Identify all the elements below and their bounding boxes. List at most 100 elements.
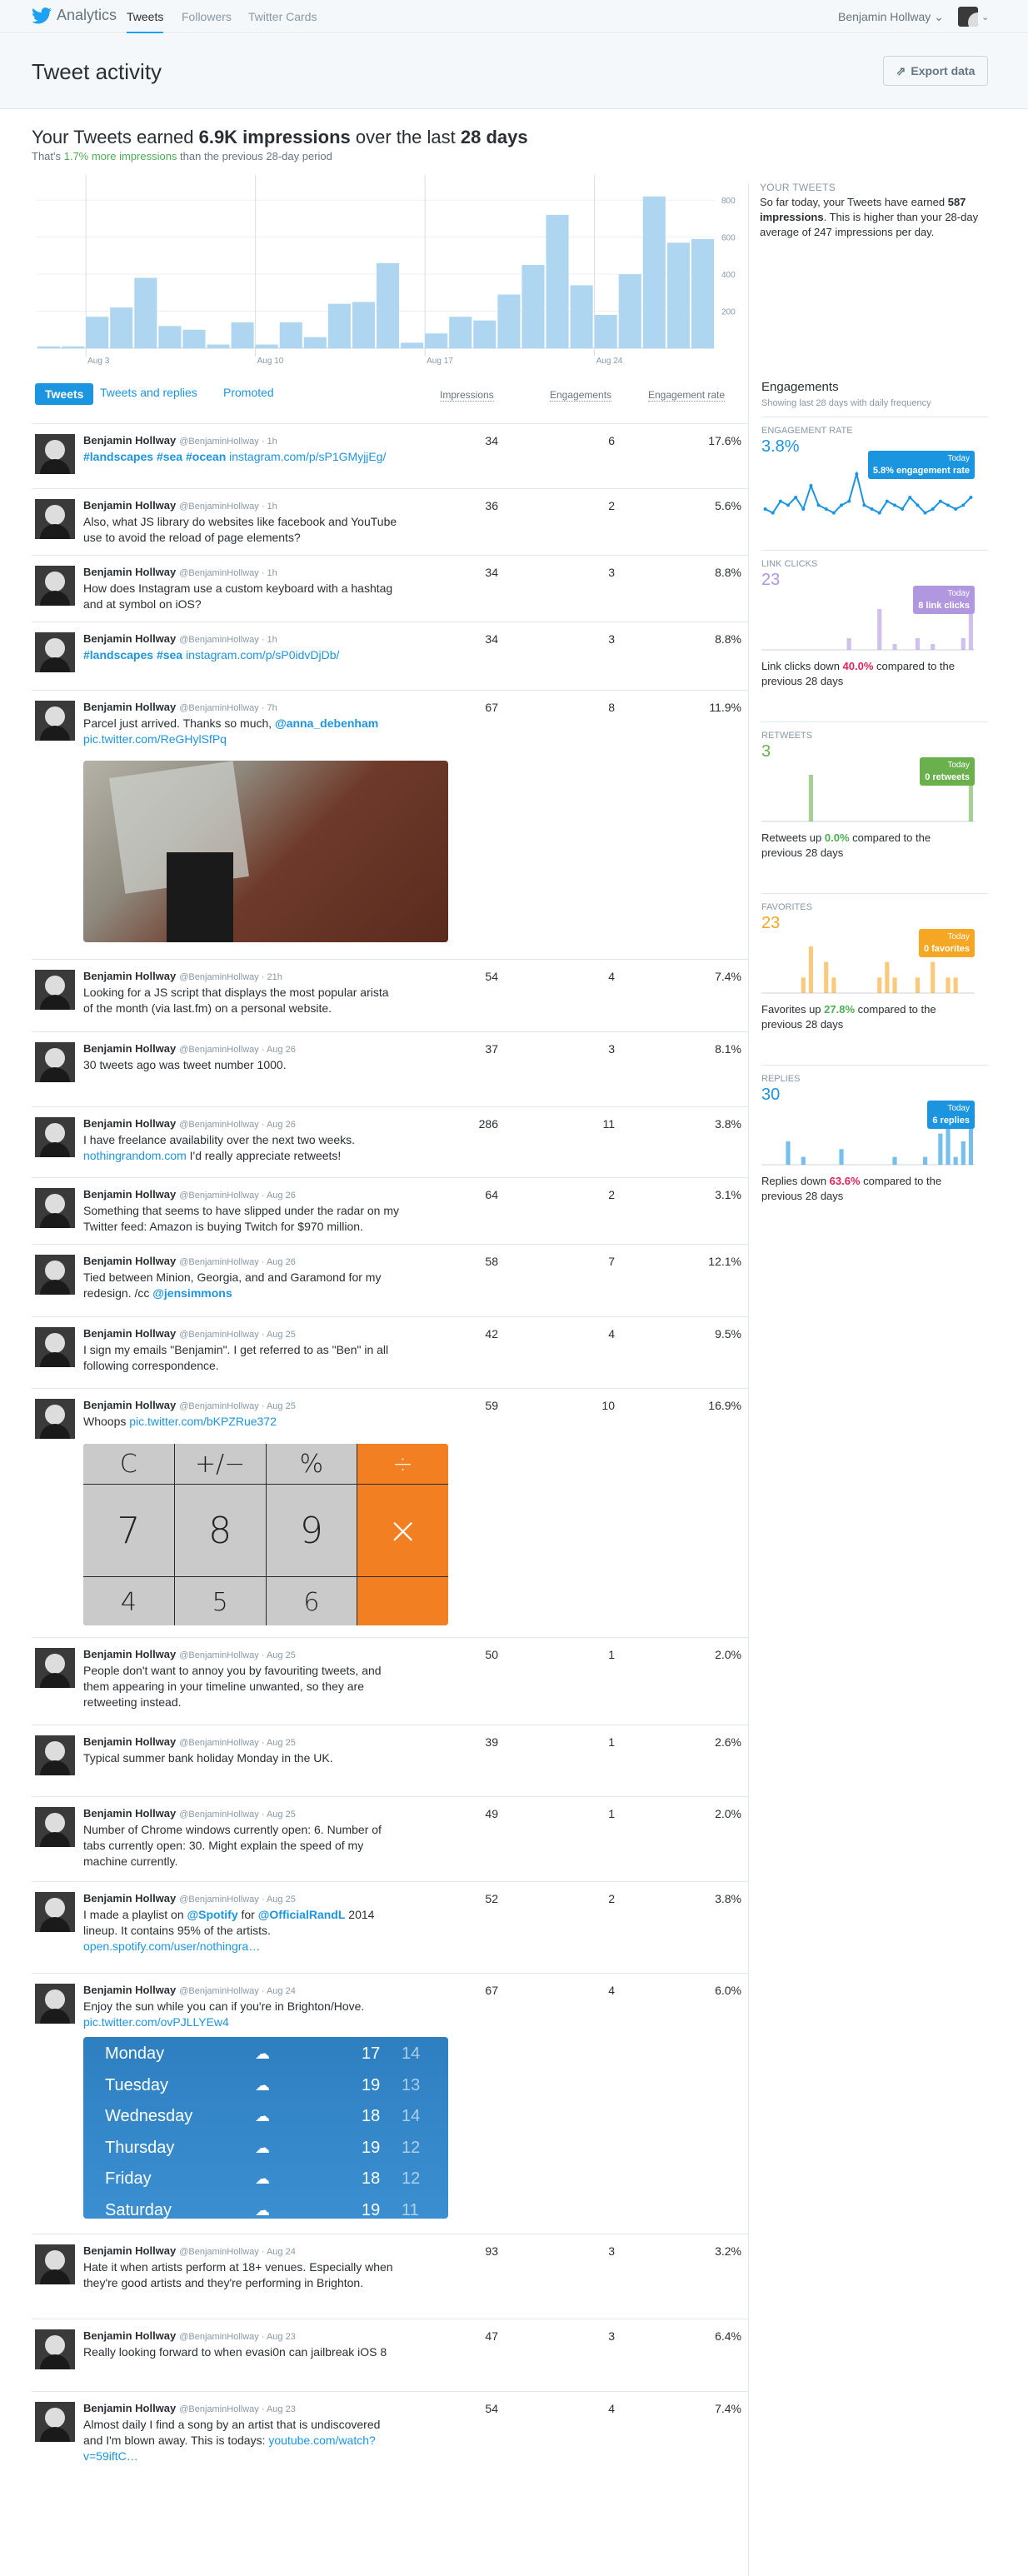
table-row[interactable]: Benjamin Hollway @BenjaminHollway · 21h Lo… [32,959,748,1031]
avatar[interactable] [35,1735,75,1775]
impressions-value[interactable]: 47 [448,2329,498,2343]
tweet-author[interactable]: Benjamin Hollway @BenjaminHollway · 1h [83,632,277,645]
engagements-value[interactable]: 11 [565,1117,615,1131]
engagements-value[interactable]: 10 [565,1399,615,1412]
chart-bar[interactable] [86,317,109,348]
avatar[interactable] [35,1255,75,1295]
user-menu[interactable]: Benjamin Hollway ⌄ [838,0,944,33]
engagement-rate-value[interactable]: 3.1% [665,1188,741,1201]
avatar[interactable] [35,1807,75,1847]
table-row[interactable]: Benjamin Hollway @BenjaminHollway · Aug 2… [32,1106,748,1177]
column-engagements[interactable]: Engagements [550,389,612,402]
chart-bar[interactable] [207,344,230,348]
tweet-author[interactable]: Benjamin Hollway @BenjaminHollway · Aug 2… [83,1807,296,1820]
avatar[interactable] [35,701,75,741]
tweet-author[interactable]: Benjamin Hollway @BenjaminHollway · 1h [83,566,277,578]
chart-bar[interactable] [255,344,278,348]
chart-bar[interactable] [37,346,61,348]
avatar[interactable] [35,2244,75,2284]
tweet-author[interactable]: Benjamin Hollway @BenjaminHollway · Aug 2… [83,1735,296,1748]
table-row[interactable]: Benjamin Hollway @BenjaminHollway · Aug 2… [32,1973,748,2234]
avatar[interactable] [35,566,75,606]
chart-bar[interactable] [134,277,157,348]
avatar[interactable] [35,434,75,474]
chart-bar[interactable] [497,294,521,348]
avatar[interactable] [35,2329,75,2369]
engagements-value[interactable]: 7 [565,1255,615,1268]
chart-bar[interactable] [594,315,617,348]
chart-bar[interactable] [546,215,569,348]
engagements-value[interactable]: 4 [565,1984,615,1997]
tab-tweets-and-replies[interactable]: Tweets and replies [100,386,197,399]
chart-bar[interactable] [425,333,448,348]
impressions-value[interactable]: 52 [448,1892,498,1905]
tweet-author[interactable]: Benjamin Hollway @BenjaminHollway · Aug 2… [83,1042,296,1055]
avatar[interactable] [35,1648,75,1688]
engagement-rate-value[interactable]: 6.4% [665,2329,741,2343]
export-data-button[interactable]: ⇗ Export data [883,56,988,86]
table-row[interactable]: Benjamin Hollway @BenjaminHollway · Aug 2… [32,1637,748,1725]
tweet-author[interactable]: Benjamin Hollway @BenjaminHollway · Aug 2… [83,1984,296,1996]
nav-tab-followers[interactable]: Followers [182,0,232,33]
engagements-value[interactable]: 3 [565,2244,615,2258]
avatar[interactable] [35,1399,75,1439]
engagement-rate-value[interactable]: 7.4% [665,2402,741,2415]
avatar[interactable] [35,2402,75,2442]
table-row[interactable]: Benjamin Hollway @BenjaminHollway · 1h #la… [32,423,748,488]
impressions-value[interactable]: 64 [448,1188,498,1201]
engagement-block-rate[interactable]: ENGAGEMENT RATE 3.8% Today 5.8% engagement … [761,417,988,550]
engagements-value[interactable]: 4 [565,1327,615,1340]
chart-bar[interactable] [231,322,254,348]
tweet-author[interactable]: Benjamin Hollway @BenjaminHollway · 1h [83,499,277,512]
engagement-rate-value[interactable]: 8.8% [665,632,741,646]
impressions-value[interactable]: 49 [448,1807,498,1820]
tweet-author[interactable]: Benjamin Hollway @BenjaminHollway · Aug 2… [83,2402,296,2414]
engagements-value[interactable]: 3 [565,566,615,579]
chart-bar[interactable] [110,307,133,348]
brand[interactable]: Analytics [32,7,117,24]
avatar[interactable] [35,1188,75,1228]
engagement-block-favorites[interactable]: FAVORITES 23 Today 0 favorites Favorites up … [761,893,988,1065]
avatar[interactable] [35,499,75,539]
engagement-rate-value[interactable]: 2.6% [665,1735,741,1749]
table-row[interactable]: Benjamin Hollway @BenjaminHollway · Aug 2… [32,1031,748,1106]
tweet-author[interactable]: Benjamin Hollway @BenjaminHollway · Aug 2… [83,1188,296,1201]
table-row[interactable]: Benjamin Hollway @BenjaminHollway · 1h Als… [32,488,748,555]
impressions-value[interactable]: 34 [448,566,498,579]
table-row[interactable]: Benjamin Hollway @BenjaminHollway · Aug 2… [32,1796,748,1881]
chart-bar[interactable] [158,326,182,348]
chart-bar[interactable] [642,196,666,348]
impressions-value[interactable]: 50 [448,1648,498,1661]
tab-promoted[interactable]: Promoted [223,386,274,399]
impressions-value[interactable]: 34 [448,434,498,447]
avatar[interactable] [35,1042,75,1082]
engagement-rate-value[interactable]: 8.8% [665,566,741,579]
impressions-value[interactable]: 37 [448,1042,498,1056]
engagement-rate-value[interactable]: 12.1% [665,1255,741,1268]
engagements-value[interactable]: 3 [565,2329,615,2343]
chart-bar[interactable] [570,285,593,348]
engagement-rate-value[interactable]: 3.8% [665,1117,741,1131]
table-row[interactable]: Benjamin Hollway @BenjaminHollway · Aug 2… [32,1881,748,1973]
tweet-photo-weather[interactable]: Monday ☁ 17 14 Tuesday ☁ 19 13 Wednesday ☁ 18 14 Thu… [83,2037,448,2219]
impressions-value[interactable]: 59 [448,1399,498,1412]
engagement-rate-value[interactable]: 3.8% [665,1892,741,1905]
engagements-value[interactable]: 6 [565,434,615,447]
tweet-photo-calculator[interactable]: C +/−% ÷ 7 8 9 × 4 5 6 [83,1444,448,1625]
impressions-value[interactable]: 42 [448,1327,498,1340]
engagement-rate-value[interactable]: 2.0% [665,1648,741,1661]
chart-bar[interactable] [449,317,472,348]
chart-bar[interactable] [473,320,497,348]
nav-tab-twitter-cards[interactable]: Twitter Cards [248,0,317,33]
avatar[interactable] [35,632,75,672]
table-row[interactable]: Benjamin Hollway @BenjaminHollway · Aug 2… [32,2319,748,2391]
tweet-author[interactable]: Benjamin Hollway @BenjaminHollway · Aug 2… [83,1648,296,1660]
chart-bar[interactable] [691,238,714,348]
avatar[interactable] [35,1892,75,1932]
chart-bar[interactable] [666,242,690,348]
impressions-value[interactable]: 93 [448,2244,498,2258]
engagement-rate-value[interactable]: 16.9% [665,1399,741,1412]
tab-tweets[interactable]: Tweets [35,383,94,405]
avatar[interactable] [35,970,75,1010]
table-row[interactable]: Benjamin Hollway @BenjaminHollway · Aug 2… [32,1177,748,1244]
